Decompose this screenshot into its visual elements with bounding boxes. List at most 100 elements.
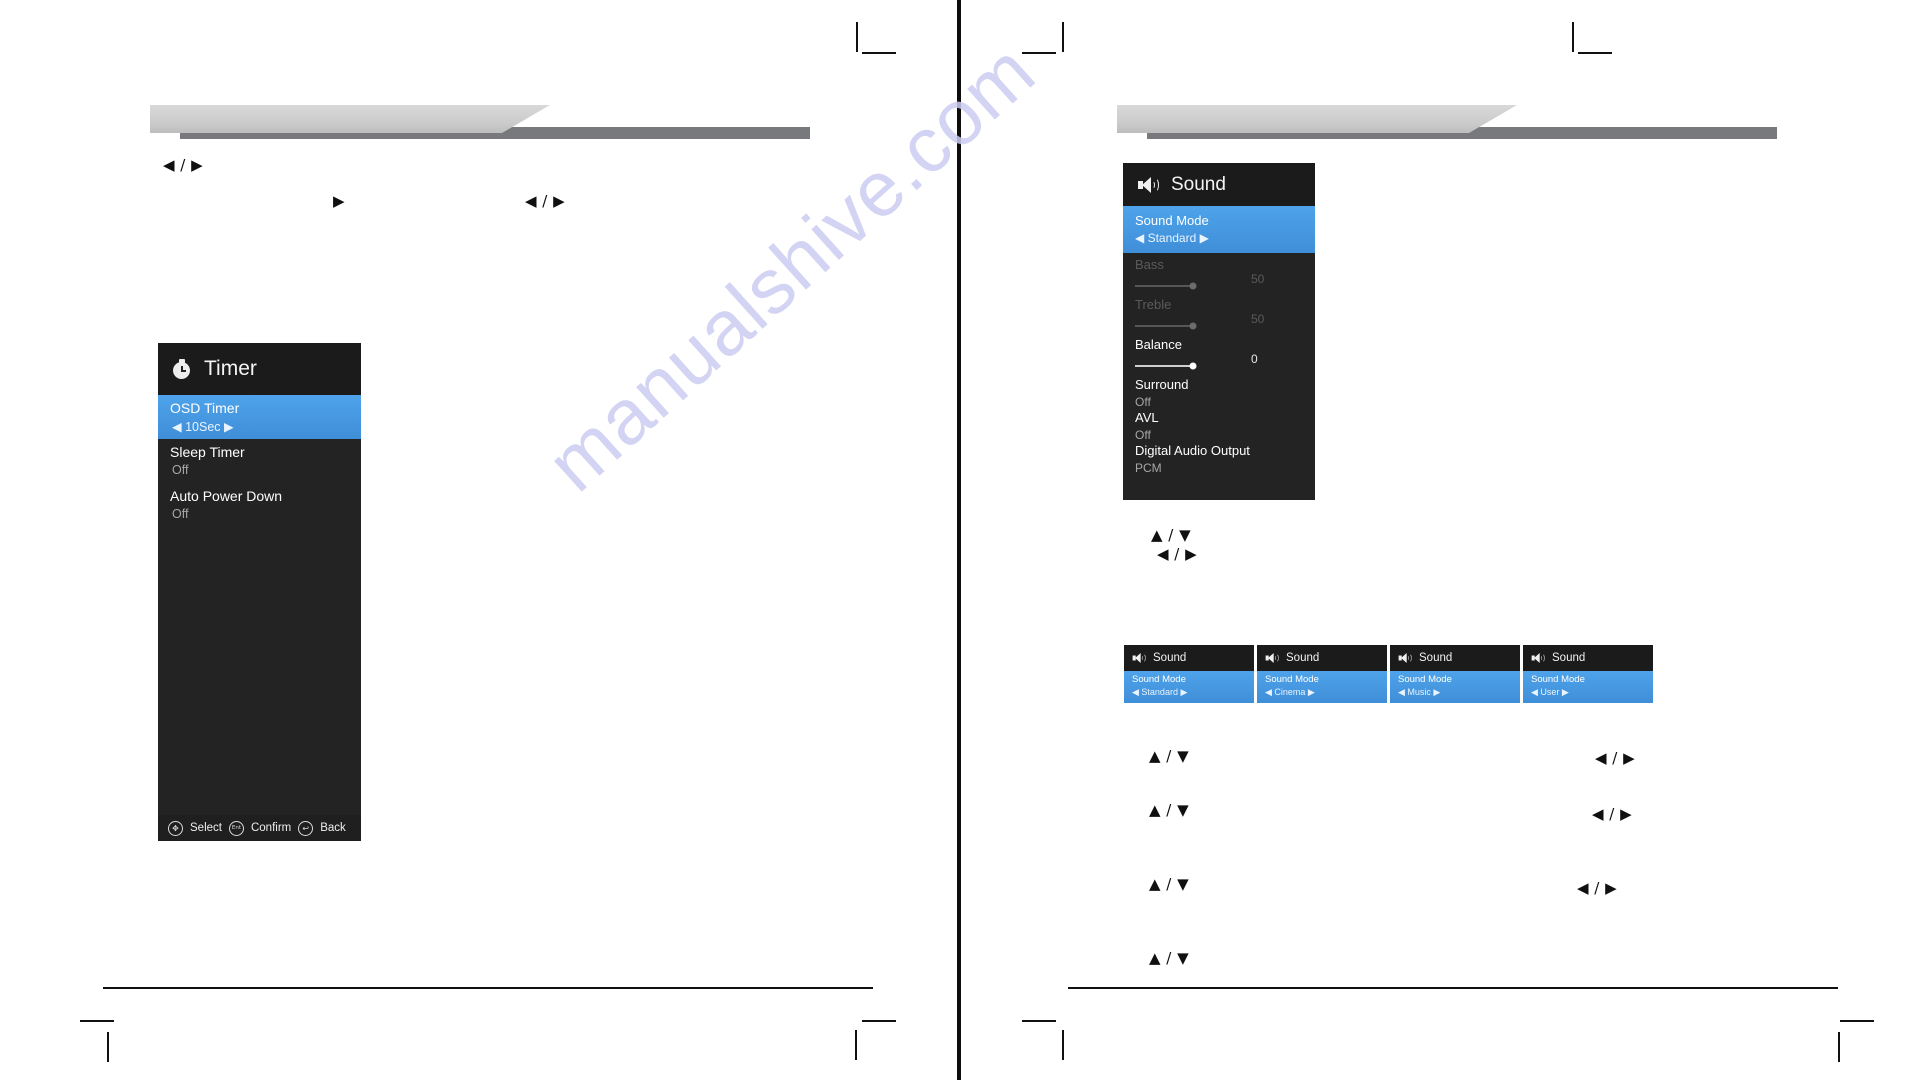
timer-row-label: Sleep Timer — [170, 444, 245, 460]
balance-slider[interactable] — [1135, 359, 1253, 373]
sound-row-label: Surround — [1135, 377, 1189, 392]
sound-osd-menu[interactable]: Sound Sound Mode ◀ Standard ▶ Bass 50 Tr… — [1123, 163, 1315, 500]
bass-slider[interactable] — [1135, 279, 1253, 293]
thumb-value: ◀ User ▶ — [1531, 687, 1569, 697]
crop-mark-bottom-left-v — [855, 1030, 857, 1060]
thumb-label: Sound Mode — [1132, 674, 1186, 685]
sound-mode-thumbnail-user[interactable]: Sound Sound Mode ◀ User ▶ — [1523, 645, 1653, 703]
footer-back-label: Back — [320, 822, 346, 834]
sound-row-bass[interactable]: Bass 50 — [1123, 253, 1315, 293]
sound-row-treble[interactable]: Treble 50 — [1123, 293, 1315, 333]
thumb-title: Sound — [1552, 652, 1586, 664]
sound-mode-thumbnail-music[interactable]: Sound Sound Mode ◀ Music ▶ — [1390, 645, 1520, 703]
crop-mark-far-left-v — [107, 1032, 109, 1062]
thumb-header: Sound — [1523, 645, 1653, 671]
speaker-icon — [1137, 176, 1159, 194]
crop-mark-far-left-h — [80, 1020, 114, 1022]
crop-mark-top-right-h — [1022, 52, 1056, 54]
crop-mark-far-right-v — [1838, 1032, 1840, 1062]
sound-row-label: Balance — [1135, 337, 1182, 352]
footer-confirm-label: Confirm — [250, 822, 292, 834]
sound-row-surround[interactable]: Surround Off — [1123, 373, 1315, 409]
clock-icon — [172, 359, 192, 379]
page-spine-divider — [957, 0, 961, 1080]
thumb-header: Sound — [1390, 645, 1520, 671]
sound-row-digital-audio-output[interactable]: Digital Audio Output PCM — [1123, 439, 1315, 475]
speaker-icon — [1265, 652, 1279, 663]
sound-menu-header: Sound — [1123, 163, 1315, 206]
timer-menu-header: Timer — [158, 343, 361, 395]
timer-menu-footer: ✥ Select Ent Confirm ↩ Back — [158, 815, 361, 841]
thumb-label: Sound Mode — [1265, 674, 1319, 685]
enter-icon: Ent — [228, 820, 244, 836]
sound-nav-hint-updown: ▲ / ▼ — [1151, 526, 1192, 544]
left-page: ◀ / ▶ ▶ ◀ / ▶ Timer OSD Timer ◀ 10Sec ▶ … — [0, 0, 957, 1080]
thumb-header: Sound — [1257, 645, 1387, 671]
thumb-label: Sound Mode — [1531, 674, 1585, 685]
right-page-header-banner — [1117, 105, 1777, 139]
crop-mark-right-page-v — [1572, 22, 1574, 52]
right-page: Sound Sound Mode ◀ Standard ▶ Bass 50 Tr… — [961, 0, 1920, 1080]
nav-hint-row2-right: ◀ / ▶ — [1592, 805, 1633, 823]
treble-slider[interactable] — [1135, 319, 1253, 333]
dpad-icon: ✥ — [168, 820, 183, 836]
thumb-label: Sound Mode — [1398, 674, 1452, 685]
crop-mark-right-page-h — [1578, 52, 1612, 54]
sound-row-label: AVL — [1135, 410, 1159, 425]
sound-row-value: 50 — [1251, 312, 1265, 326]
crop-mark-bottom-right-h — [1022, 1020, 1056, 1022]
timer-osd-menu[interactable]: Timer OSD Timer ◀ 10Sec ▶ Sleep Timer Of… — [158, 343, 361, 841]
timer-row-osd-timer[interactable]: OSD Timer ◀ 10Sec ▶ — [158, 395, 361, 439]
sound-nav-hint-leftright: ◀ / ▶ — [1157, 545, 1198, 563]
return-icon: ↩ — [298, 820, 314, 836]
timer-row-label: OSD Timer — [170, 400, 240, 416]
thumb-value: ◀ Cinema ▶ — [1265, 687, 1315, 697]
left-page-bottom-rule — [103, 987, 873, 989]
right-page-bottom-rule — [1068, 987, 1838, 989]
sound-row-value: 50 — [1251, 272, 1265, 286]
timer-row-auto-power-down[interactable]: Auto Power Down Off — [158, 483, 361, 527]
crop-mark-top-left-v — [856, 22, 858, 52]
nav-hint-row2-left: ▲ / ▼ — [1149, 801, 1190, 819]
crop-mark-top-right-v — [1062, 22, 1064, 52]
thumb-title: Sound — [1286, 652, 1320, 664]
footer-select-label: Select — [190, 822, 222, 834]
nav-hint-row3-right: ◀ / ▶ — [1577, 879, 1618, 897]
thumb-title: Sound — [1153, 652, 1187, 664]
manual-page-spread: manualshive.com ◀ / ▶ ▶ ◀ / ▶ Timer OSD … — [0, 0, 1920, 1080]
banner-light-wedge — [1117, 105, 1517, 133]
sound-mode-thumbnail-cinema[interactable]: Sound Sound Mode ◀ Cinema ▶ — [1257, 645, 1387, 703]
sound-row-value: 0 — [1251, 352, 1258, 366]
thumb-body: Sound Mode ◀ Music ▶ — [1390, 671, 1520, 703]
thumb-body: Sound Mode ◀ User ▶ — [1523, 671, 1653, 703]
sound-mode-thumbnail-standard[interactable]: Sound Sound Mode ◀ Standard ▶ — [1124, 645, 1254, 703]
banner-light-wedge — [150, 105, 550, 133]
speaker-icon — [1398, 652, 1412, 663]
sound-row-value: ◀ Standard ▶ — [1135, 231, 1209, 245]
crop-mark-bottom-right-v — [1062, 1030, 1064, 1060]
sound-row-avl[interactable]: AVL Off — [1123, 406, 1315, 442]
speaker-icon — [1132, 652, 1146, 663]
sound-row-value: PCM — [1135, 461, 1162, 475]
sound-menu-title: Sound — [1171, 173, 1226, 195]
left-nav-hint-2: ▶ — [333, 192, 346, 210]
thumb-body: Sound Mode ◀ Cinema ▶ — [1257, 671, 1387, 703]
thumb-header: Sound — [1124, 645, 1254, 671]
sound-row-label: Treble — [1135, 297, 1172, 312]
nav-hint-row1-right: ◀ / ▶ — [1595, 749, 1636, 767]
timer-row-value: Off — [172, 507, 189, 521]
sound-row-label: Sound Mode — [1135, 213, 1209, 228]
crop-mark-bottom-left-h — [862, 1020, 896, 1022]
left-nav-hint-3: ◀ / ▶ — [525, 192, 566, 210]
timer-row-label: Auto Power Down — [170, 488, 283, 504]
crop-mark-top-left-h — [862, 52, 896, 54]
thumb-title: Sound — [1419, 652, 1453, 664]
nav-hint-row1-left: ▲ / ▼ — [1149, 747, 1190, 765]
timer-row-sleep-timer[interactable]: Sleep Timer Off — [158, 439, 361, 483]
nav-hint-row3-left: ▲ / ▼ — [1149, 875, 1190, 893]
thumb-value: ◀ Music ▶ — [1398, 687, 1441, 697]
timer-row-value: Off — [172, 463, 189, 477]
sound-row-balance[interactable]: Balance 0 — [1123, 333, 1315, 373]
sound-row-sound-mode[interactable]: Sound Mode ◀ Standard ▶ — [1123, 206, 1315, 253]
left-page-header-banner — [150, 105, 810, 139]
